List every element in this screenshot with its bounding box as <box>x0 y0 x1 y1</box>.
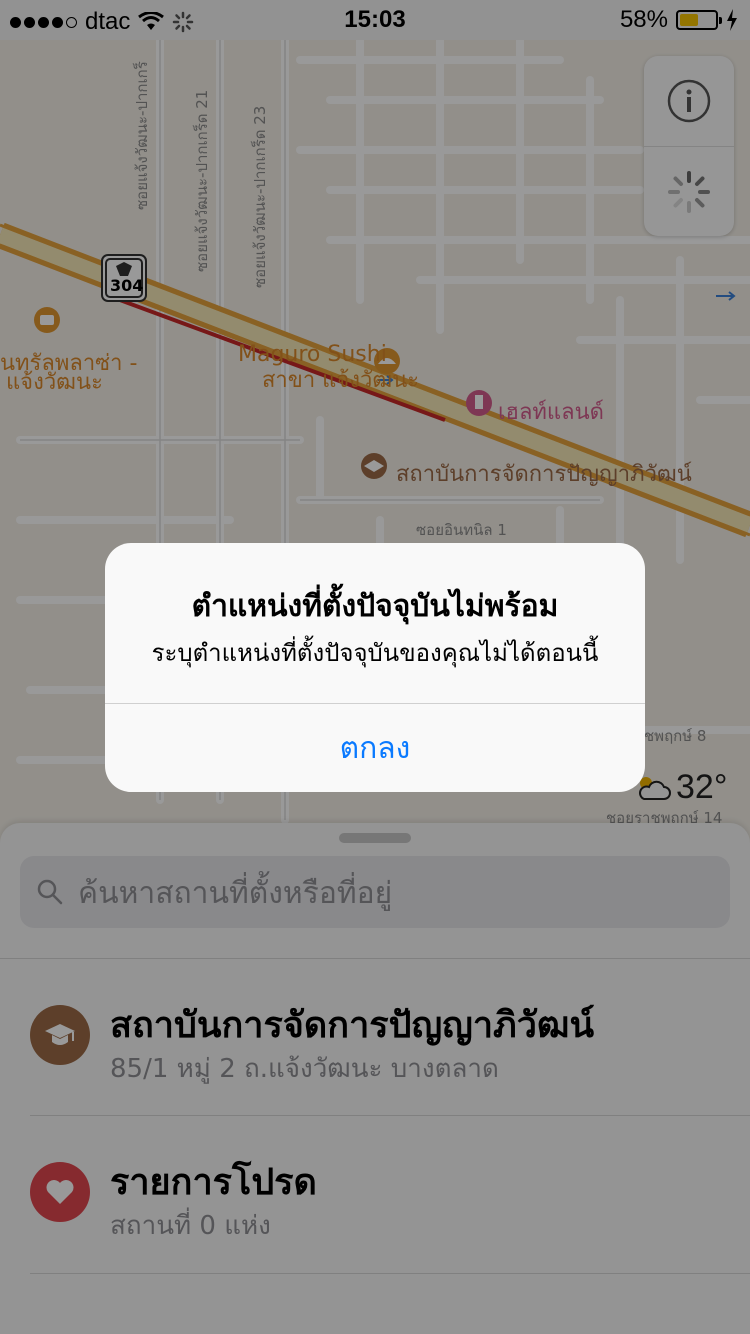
ok-button[interactable]: ตกลง <box>105 704 645 792</box>
alert-message: ระบุตำแหน่งที่ตั้งปัจจุบันของคุณไม่ได้ตอ… <box>151 639 599 667</box>
alert-title: ตำแหน่งที่ตั้งปัจจุบันไม่พร้อม <box>191 589 559 624</box>
alert-dialog: ตำแหน่งที่ตั้งปัจจุบันไม่พร้อม ระบุตำแหน… <box>105 543 645 792</box>
